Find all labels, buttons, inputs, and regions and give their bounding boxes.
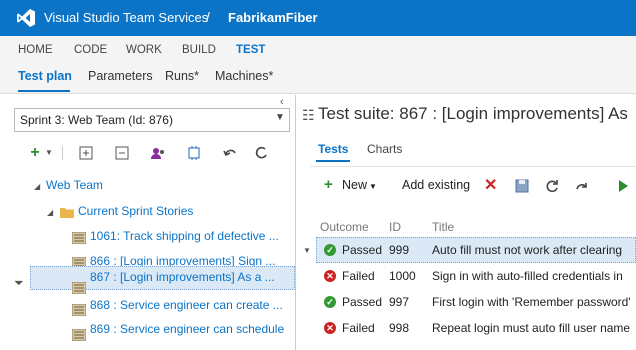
hub-build[interactable]: BUILD [182, 44, 216, 56]
column-id[interactable]: ID [389, 220, 401, 234]
folder-icon [60, 208, 74, 218]
expand-triangle-icon[interactable]: ◢ [34, 182, 40, 191]
column-title[interactable]: Title [432, 220, 454, 234]
row-outcome: Passed [342, 243, 383, 257]
new-dropdown-icon[interactable]: ▼ [40, 145, 58, 161]
new-icon[interactable]: + [324, 176, 333, 193]
row-id: 999 [389, 243, 410, 257]
tab-charts[interactable]: Charts [367, 142, 402, 156]
row-id: 998 [389, 321, 410, 335]
hub-code[interactable]: CODE [74, 44, 107, 56]
collapse-all-icon[interactable] [113, 145, 131, 161]
assign-testers-icon[interactable] [149, 145, 167, 161]
expand-triangle-icon[interactable]: ◢ [47, 208, 53, 217]
row-outcome: Failed [342, 269, 375, 283]
row-title: First login with 'Remember password' [432, 295, 631, 309]
requirement-suite-icon [72, 329, 86, 341]
failed-icon: ✕ [324, 270, 336, 282]
collapse-pane-icon[interactable]: ‹ [280, 96, 284, 108]
active-tab-indicator [316, 160, 350, 162]
tab-parameters[interactable]: Parameters [88, 69, 153, 83]
divider [310, 166, 636, 167]
row-outcome: Passed [342, 295, 383, 309]
tree-item-868[interactable]: 868 : Service engineer can create ... [90, 298, 286, 312]
new-test-button[interactable]: New [342, 178, 367, 192]
hub-test[interactable]: TEST [236, 44, 265, 56]
configurations-icon[interactable] [185, 145, 203, 161]
tab-test-plan[interactable]: Test plan [18, 69, 72, 83]
suite-list-icon: ☷ [302, 107, 315, 123]
save-icon[interactable] [514, 178, 530, 194]
tab-runs[interactable]: Runs* [165, 69, 199, 83]
tab-machines[interactable]: Machines* [215, 69, 273, 83]
failed-icon: ✕ [324, 322, 336, 334]
requirement-suite-icon [72, 232, 86, 244]
passed-icon: ✓ [324, 244, 336, 256]
redo-icon[interactable] [574, 178, 590, 194]
expand-all-icon[interactable] [77, 145, 95, 161]
visual-studio-logo-icon[interactable] [16, 8, 36, 28]
tree-item-869[interactable]: 869 : Service engineer can schedule ... [90, 322, 286, 336]
chevron-down-icon[interactable]: ▼ [369, 182, 377, 191]
row-id: 1000 [389, 269, 416, 283]
row-title: Auto fill must not work after clearing [432, 243, 623, 257]
breadcrumb-separator: / [206, 9, 210, 25]
refresh-icon[interactable] [544, 178, 560, 194]
row-title: Repeat login must auto fill user name [432, 321, 631, 335]
suite-title: Test suite: 867 : [Login improvements] A… [318, 104, 628, 123]
row-outcome: Failed [342, 321, 375, 335]
toolbar-divider [62, 146, 63, 160]
tree-root-web-team[interactable]: Web Team [46, 178, 103, 192]
test-plan-select-value: Sprint 3: Web Team (Id: 876) [20, 113, 173, 127]
back-icon[interactable] [221, 145, 239, 161]
active-tab-indicator [18, 90, 70, 92]
row-title: Sign in with auto-filled credentials in [432, 269, 623, 283]
hub-home[interactable]: HOME [18, 44, 53, 56]
hub-work[interactable]: WORK [126, 44, 162, 56]
tree-folder-current-sprint[interactable]: Current Sprint Stories [78, 204, 193, 218]
tree-item-1061[interactable]: 1061: Track shipping of defective ... [90, 229, 286, 243]
refresh-icon[interactable] [252, 145, 270, 161]
row-id: 997 [389, 295, 410, 309]
product-name-link[interactable]: Visual Studio Team Services [44, 10, 208, 25]
chevron-down-icon[interactable]: ▼ [275, 112, 285, 123]
requirement-suite-icon [72, 282, 86, 294]
tab-tests[interactable]: Tests [318, 142, 348, 156]
passed-icon: ✓ [324, 296, 336, 308]
requirement-suite-icon [72, 304, 86, 316]
add-existing-button[interactable]: Add existing [402, 178, 470, 192]
row-expander-icon[interactable]: ▼ [303, 246, 311, 255]
column-outcome[interactable]: Outcome [320, 220, 369, 234]
tree-item-867[interactable]: 867 : [Login improvements] As a ... [90, 270, 286, 284]
delete-icon[interactable]: ✕ [484, 175, 497, 195]
project-name-link[interactable]: FabrikamFiber [228, 10, 318, 25]
run-icon[interactable] [616, 178, 630, 194]
